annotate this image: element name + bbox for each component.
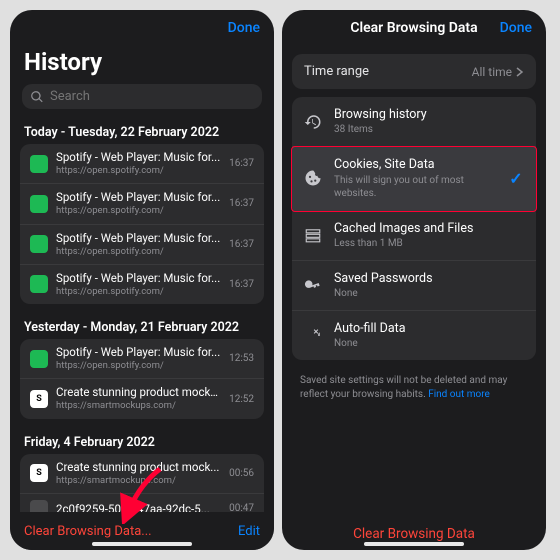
- history-time: 12:53: [229, 353, 254, 364]
- home-indicator: [92, 542, 192, 546]
- history-url: https://smartmockups.com/: [56, 400, 221, 412]
- time-range-panel[interactable]: Time range All time: [292, 54, 536, 89]
- history-time: 12:52: [229, 394, 254, 405]
- category-subtitle: This will sign you out of most websites.: [334, 174, 496, 200]
- category-title: Cookies, Site Data: [334, 157, 496, 173]
- cache-icon: [304, 226, 322, 244]
- history-title: Spotify - Web Player: Music for...: [56, 271, 221, 286]
- spotify-favicon-icon: [30, 195, 48, 213]
- spotify-favicon-icon: [30, 235, 48, 253]
- category-cache[interactable]: Cached Images and FilesLess than 1 MB: [292, 211, 536, 261]
- history-icon: [304, 113, 322, 131]
- time-range-value[interactable]: All time: [472, 65, 524, 79]
- key-icon: [304, 276, 322, 294]
- right-phone-clear-data: Clear Browsing Data Done Time range All …: [282, 10, 546, 550]
- date-header: Yesterday - Monday, 21 February 2022: [10, 314, 274, 339]
- checkmark-icon: ✓: [508, 169, 524, 188]
- date-header: Today - Tuesday, 22 February 2022: [10, 119, 274, 144]
- history-title: Create stunning product mock...: [56, 460, 221, 475]
- history-url: https://open.spotify.com/: [56, 205, 221, 217]
- done-button[interactable]: Done: [500, 20, 532, 36]
- edit-button[interactable]: Edit: [238, 524, 260, 539]
- category-cookie[interactable]: Cookies, Site DataThis will sign you out…: [292, 147, 536, 210]
- category-title: Saved Passwords: [334, 271, 496, 287]
- category-autofill[interactable]: Auto-fill DataNone: [292, 311, 536, 360]
- category-key[interactable]: Saved PasswordsNone: [292, 261, 536, 311]
- search-input[interactable]: [22, 84, 262, 109]
- history-url: https://open.spotify.com/: [56, 165, 221, 177]
- smart-favicon-icon: S: [30, 464, 48, 482]
- history-row[interactable]: Spotify - Web Player: Music for...https:…: [20, 265, 264, 304]
- history-url: https://smartmockups.com/: [56, 475, 221, 487]
- date-header: Friday, 4 February 2022: [10, 429, 274, 454]
- history-row[interactable]: Spotify - Web Player: Music for...https:…: [20, 144, 264, 184]
- history-url: https://open.spotify.com/: [56, 360, 221, 372]
- home-indicator: [364, 542, 464, 546]
- search-field[interactable]: [50, 89, 254, 104]
- spotify-favicon-icon: [30, 275, 48, 293]
- history-title: Spotify - Web Player: Music for...: [56, 231, 221, 246]
- history-url: https://open.spotify.com/: [56, 286, 221, 298]
- cookie-icon: [304, 169, 322, 187]
- data-categories-list: Browsing history38 ItemsCookies, Site Da…: [292, 97, 536, 360]
- history-title: Spotify - Web Player: Music for...: [56, 150, 221, 165]
- category-subtitle: 38 Items: [334, 123, 496, 136]
- category-subtitle: None: [334, 337, 496, 350]
- find-out-more-link[interactable]: Find out more: [428, 389, 490, 400]
- history-row[interactable]: S Create stunning product mock...https://…: [20, 454, 264, 494]
- spotify-favicon-icon: [30, 155, 48, 173]
- history-url: https://open.spotify.com/: [56, 246, 221, 258]
- category-subtitle: None: [334, 287, 496, 300]
- history-time: 16:37: [229, 239, 254, 250]
- category-title: Auto-fill Data: [334, 321, 496, 337]
- history-row[interactable]: Spotify - Web Player: Music for...https:…: [20, 339, 264, 379]
- history-row[interactable]: S Create stunning product mocku...https:/…: [20, 379, 264, 418]
- page-title: Clear Browsing Data: [296, 20, 532, 36]
- history-time: 00:56: [229, 468, 254, 479]
- chevron-right-icon: [516, 67, 524, 77]
- clear-browsing-data-button[interactable]: Clear Browsing Data: [282, 526, 546, 542]
- clear-browsing-data-button[interactable]: Clear Browsing Data...: [24, 524, 152, 539]
- history-time: 16:37: [229, 158, 254, 169]
- smart-favicon-icon: S: [30, 390, 48, 408]
- done-button[interactable]: Done: [228, 20, 260, 36]
- history-title: Spotify - Web Player: Music for...: [56, 345, 221, 360]
- nav-bar: Clear Browsing Data Done: [282, 10, 546, 46]
- time-range-label: Time range: [304, 64, 369, 79]
- history-time: 16:37: [229, 198, 254, 209]
- history-list: Spotify - Web Player: Music for...https:…: [20, 339, 264, 419]
- info-note: Saved site settings will not be deleted …: [282, 366, 546, 402]
- left-phone-history: Done History Today - Tuesday, 22 Februar…: [10, 10, 274, 550]
- category-title: Cached Images and Files: [334, 221, 496, 237]
- nav-bar: Done: [10, 10, 274, 46]
- history-row[interactable]: Spotify - Web Player: Music for...https:…: [20, 184, 264, 224]
- page-title: History: [10, 46, 274, 84]
- autofill-icon: [304, 327, 322, 345]
- search-icon: [30, 90, 44, 104]
- category-history[interactable]: Browsing history38 Items: [292, 97, 536, 147]
- history-title: Spotify - Web Player: Music for...: [56, 190, 221, 205]
- spotify-favicon-icon: [30, 350, 48, 368]
- history-time: 16:37: [229, 279, 254, 290]
- history-row[interactable]: Spotify - Web Player: Music for...https:…: [20, 225, 264, 265]
- history-list: Spotify - Web Player: Music for...https:…: [20, 144, 264, 304]
- category-title: Browsing history: [334, 107, 496, 123]
- category-subtitle: Less than 1 MB: [334, 237, 496, 250]
- history-title: Create stunning product mocku...: [56, 385, 221, 400]
